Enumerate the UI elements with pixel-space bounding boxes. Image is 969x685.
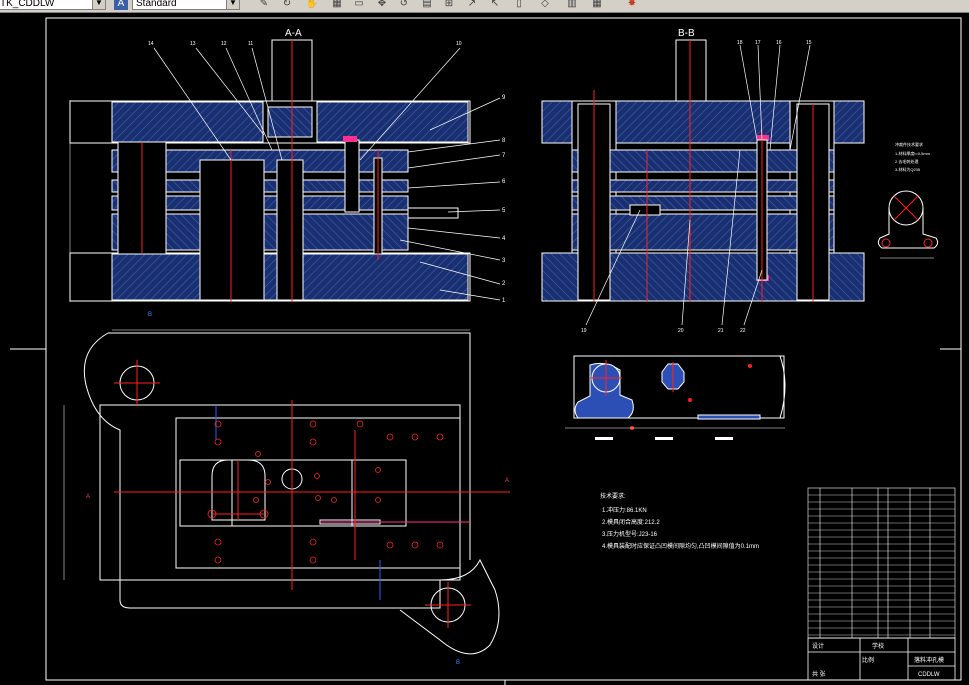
toolbar: TK_CDDLW ▼ A Standard ▼ ✎ ↻ ✋ ▦ ▭ ✥ ↺ ▤ … <box>0 0 969 13</box>
parts-list-table[interactable] <box>807 487 956 639</box>
section-bb-view[interactable]: B-B <box>541 28 865 326</box>
svg-text:B: B <box>456 660 460 666</box>
svg-text:1.材料厚度t=0.5mm: 1.材料厚度t=0.5mm <box>895 150 931 156</box>
svg-text:2.去毛刺处理: 2.去毛刺处理 <box>895 158 918 164</box>
svg-text:9: 9 <box>502 95 506 101</box>
technical-requirements: 技术要求: 1.冲压力:86.1KN 2.模具闭合高度:212.2 3.压力机型… <box>600 492 759 550</box>
section-bb-label: B-B <box>678 28 695 39</box>
svg-text:16: 16 <box>776 40 782 46</box>
drawing-canvas[interactable]: A-A 14 13 12 11 10 9 8 7 6 5 4 3 2 1 B-B… <box>0 13 969 685</box>
chevron-down-icon[interactable]: ▼ <box>92 0 105 9</box>
pan-icon[interactable]: ✋ <box>305 0 319 10</box>
cut-plane-markers: A A B B <box>86 312 509 666</box>
svg-text:4: 4 <box>502 236 506 242</box>
svg-text:1.冲压力:86.1KN: 1.冲压力:86.1KN <box>602 506 647 514</box>
svg-text:13: 13 <box>190 41 196 47</box>
doc-icon[interactable]: ▯ <box>512 0 526 10</box>
textstyle-combo[interactable]: Standard ▼ <box>132 0 240 10</box>
svg-text:3: 3 <box>502 258 506 264</box>
cursor-icon[interactable]: ↖ <box>488 0 502 10</box>
table-icon[interactable]: ▦ <box>590 0 604 10</box>
textstyle-combo-value: Standard <box>136 0 177 9</box>
part-detail-view[interactable] <box>877 190 939 259</box>
svg-text:17: 17 <box>755 40 761 46</box>
svg-text:8: 8 <box>502 138 506 144</box>
detail-notes: 冲裁件技术要求 1.材料厚度t=0.5mm 2.去毛刺处理 3.材料为Q235 <box>895 141 931 172</box>
svg-text:22: 22 <box>740 328 746 334</box>
chevron-down-icon[interactable]: ▼ <box>226 0 239 9</box>
svg-text:A: A <box>505 478 509 484</box>
strip-layout-view[interactable] <box>565 355 786 440</box>
svg-text:3.材料为Q235: 3.材料为Q235 <box>895 166 921 172</box>
svg-text:1: 1 <box>502 298 506 304</box>
move-icon[interactable]: ✥ <box>375 0 389 10</box>
properties-icon[interactable]: ▤ <box>420 0 434 10</box>
svg-text:7: 7 <box>502 153 506 159</box>
arrow-icon[interactable]: ↗ <box>465 0 479 10</box>
grid-icon[interactable]: ▦ <box>330 0 344 10</box>
plan-view[interactable] <box>83 332 510 655</box>
svg-text:共 张: 共 张 <box>812 670 826 678</box>
snap-icon[interactable]: ⊞ <box>442 0 456 10</box>
section-aa-view[interactable]: A-A <box>69 28 501 302</box>
svg-text:20: 20 <box>678 328 684 334</box>
svg-text:CDDLW: CDDLW <box>918 672 940 678</box>
svg-text:15: 15 <box>806 40 812 46</box>
svg-text:19: 19 <box>581 328 587 334</box>
rotate-icon[interactable]: ↻ <box>280 0 294 10</box>
svg-text:2: 2 <box>502 281 506 287</box>
svg-text:18: 18 <box>737 40 743 46</box>
layers-icon[interactable]: ▥ <box>565 0 579 10</box>
svg-text:设计: 设计 <box>812 642 824 650</box>
paint-icon[interactable]: ✸ <box>625 0 639 10</box>
svg-text:落料冲孔模: 落料冲孔模 <box>914 656 944 664</box>
svg-text:11: 11 <box>248 41 253 47</box>
text-style-icon[interactable]: A <box>114 0 128 10</box>
svg-text:冲裁件技术要求: 冲裁件技术要求 <box>895 141 923 147</box>
page-icon[interactable]: ▭ <box>352 0 366 10</box>
svg-text:A: A <box>86 494 90 500</box>
svg-text:比例: 比例 <box>862 656 874 664</box>
tech-req-title: 技术要求: <box>600 492 626 500</box>
svg-text:5: 5 <box>502 208 506 214</box>
svg-text:学校: 学校 <box>872 642 884 650</box>
line-tool-icon[interactable]: ✎ <box>257 0 271 10</box>
svg-text:21: 21 <box>718 328 724 334</box>
balloons-aa-right: 9 8 7 6 5 4 3 2 1 <box>502 95 506 304</box>
svg-text:12: 12 <box>221 41 227 47</box>
layer-combo[interactable]: TK_CDDLW ▼ <box>0 0 106 10</box>
svg-text:4.模具装配时应保证凸凹模间隙均匀,凸凹模间隙值为0.1mm: 4.模具装配时应保证凸凹模间隙均匀,凸凹模间隙值为0.1mm <box>602 542 759 550</box>
parts-list-rows <box>808 494 955 636</box>
undo-icon[interactable]: ↺ <box>397 0 411 10</box>
svg-text:10: 10 <box>456 41 462 47</box>
section-aa-label: A-A <box>285 28 302 39</box>
dimension-icon[interactable]: ◇ <box>538 0 552 10</box>
svg-text:6: 6 <box>502 179 506 185</box>
svg-text:B: B <box>148 312 152 318</box>
svg-text:14: 14 <box>148 41 154 47</box>
svg-text:3.压力机型号:J23-16: 3.压力机型号:J23-16 <box>602 530 658 538</box>
svg-text:2.模具闭合高度:212.2: 2.模具闭合高度:212.2 <box>602 518 660 526</box>
layer-combo-value: TK_CDDLW <box>0 0 55 9</box>
title-block-text: 设计 学校 落料冲孔模 CDDLW 比例 共 张 <box>812 642 944 678</box>
